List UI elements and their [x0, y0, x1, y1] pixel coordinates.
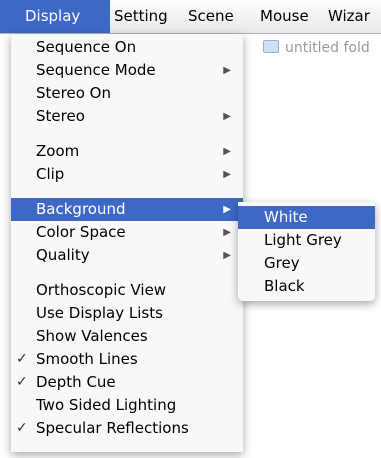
submenu-arrow-icon: ▶ [223, 111, 231, 122]
menu-item-background[interactable]: Background ▶ [11, 198, 243, 221]
background-submenu: White Light Grey Grey Black [238, 202, 375, 301]
menu-item-stereo[interactable]: Stereo ▶ [11, 105, 243, 128]
menu-item-two-sided-lighting[interactable]: Two Sided Lighting [11, 394, 243, 417]
menu-item-label: Depth Cue [36, 373, 116, 391]
screen: untitled fold Display Setting Scene Mous… [0, 0, 381, 458]
menu-item-color-space[interactable]: Color Space ▶ [11, 221, 243, 244]
menu-item-quality[interactable]: Quality ▶ [11, 244, 243, 267]
menu-item-label: Color Space [36, 223, 126, 241]
menu-item-label: Clip [36, 165, 65, 183]
menu-separator [11, 128, 243, 140]
check-icon: ✓ [16, 351, 28, 367]
submenu-arrow-icon: ▶ [223, 204, 231, 215]
menu-item-specular-reflections[interactable]: ✓ Specular Reflections [11, 417, 243, 440]
menu-item-label: Sequence On [36, 38, 137, 56]
submenu-item-white[interactable]: White [238, 206, 375, 229]
menu-item-label: Use Display Lists [36, 304, 163, 322]
menu-separator [11, 267, 243, 279]
menu-item-label: Quality [36, 246, 90, 264]
menu-scene[interactable]: Scene [188, 0, 248, 33]
submenu-item-light-grey[interactable]: Light Grey [238, 229, 375, 252]
menu-item-label: Background [36, 200, 126, 218]
menu-mouse[interactable]: Mouse [260, 0, 320, 33]
menu-item-label: Orthoscopic View [36, 281, 167, 299]
menu-item-clip[interactable]: Clip ▶ [11, 163, 243, 186]
submenu-arrow-icon: ▶ [223, 250, 231, 261]
menu-item-show-valences[interactable]: Show Valences [11, 325, 243, 348]
menu-wizard[interactable]: Wizar [328, 0, 381, 33]
check-icon: ✓ [16, 374, 28, 390]
submenu-arrow-icon: ▶ [223, 169, 231, 180]
menu-display[interactable]: Display [0, 0, 110, 33]
menu-setting[interactable]: Setting [114, 0, 184, 33]
menu-item-label: Stereo On [36, 84, 111, 102]
menu-item-label: Specular Reflections [36, 419, 189, 437]
submenu-item-black[interactable]: Black [238, 275, 375, 298]
submenu-item-grey[interactable]: Grey [238, 252, 375, 275]
folder-icon [263, 40, 279, 53]
menu-item-orthoscopic-view[interactable]: Orthoscopic View [11, 279, 243, 302]
menu-item-sequence-on[interactable]: Sequence On [11, 36, 243, 59]
display-menu: Sequence On Sequence Mode ▶ Stereo On Ste… [11, 34, 243, 452]
menu-item-use-display-lists[interactable]: Use Display Lists [11, 302, 243, 325]
menu-item-sequence-mode[interactable]: Sequence Mode ▶ [11, 59, 243, 82]
menu-separator [11, 186, 243, 198]
submenu-arrow-icon: ▶ [223, 65, 231, 76]
check-icon: ✓ [16, 420, 28, 436]
background-folder-label: untitled fold [263, 37, 370, 59]
menu-item-depth-cue[interactable]: ✓ Depth Cue [11, 371, 243, 394]
menu-bar: Display Setting Scene Mouse Wizar [0, 0, 381, 34]
menu-item-label: Show Valences [36, 327, 148, 345]
folder-label: untitled fold [285, 40, 370, 56]
menu-item-label: Zoom [36, 142, 80, 160]
menu-item-smooth-lines[interactable]: ✓ Smooth Lines [11, 348, 243, 371]
menu-item-stereo-on[interactable]: Stereo On [11, 82, 243, 105]
menu-item-label: Stereo [36, 107, 85, 125]
menu-item-label: Smooth Lines [36, 350, 138, 368]
menu-item-label: Two Sided Lighting [36, 396, 177, 414]
menu-item-zoom[interactable]: Zoom ▶ [11, 140, 243, 163]
submenu-arrow-icon: ▶ [223, 146, 231, 157]
submenu-arrow-icon: ▶ [223, 227, 231, 238]
menu-item-label: Sequence Mode [36, 61, 156, 79]
